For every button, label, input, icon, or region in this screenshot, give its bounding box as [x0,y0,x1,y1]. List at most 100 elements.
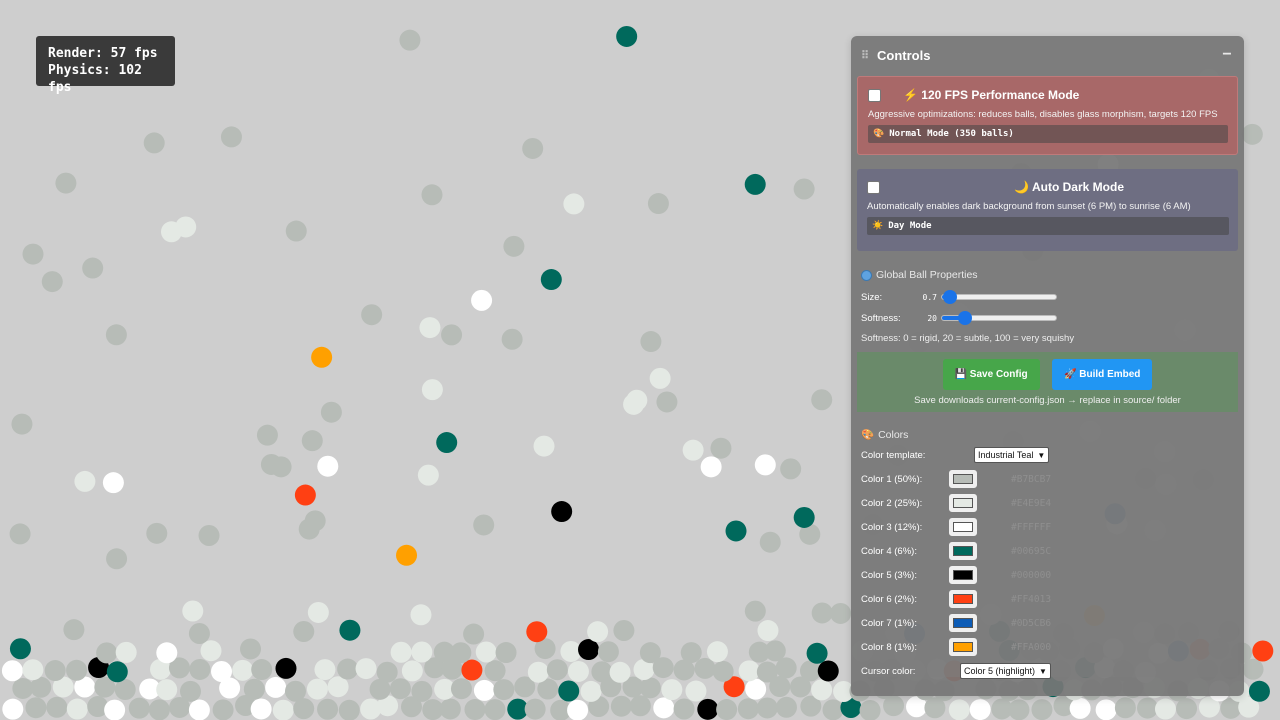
ball [700,456,722,478]
render-fps-value: 57 fps [110,46,158,61]
ball [22,243,44,265]
ball [317,698,339,720]
size-slider-thumb[interactable] [942,290,957,304]
ball [616,25,638,47]
ball [44,660,66,682]
color-hex-input[interactable]: #FFA000 [1011,642,1051,653]
ball [338,699,360,720]
ball [591,661,613,683]
ball [473,514,495,536]
cursor-color-select[interactable]: Color 5 (highlight) ▼ [960,663,1051,679]
ball [82,257,104,279]
color-hex-input[interactable]: #E4E9E4 [1011,498,1051,509]
build-embed-button[interactable]: 🚀 Build Embed [1052,359,1153,390]
color-hex-input[interactable]: #0D5CB6 [1011,618,1051,629]
color-swatch[interactable] [949,590,977,608]
ball [106,661,128,683]
size-slider[interactable] [941,290,1057,304]
ball [830,602,852,624]
performance-mode-description: Aggressive optimizations: reduces balls,… [868,109,1218,120]
ball [22,659,44,681]
dark-mode-status: ☀️ Day Mode [867,217,1229,235]
ball [712,660,734,682]
color-template-select[interactable]: Industrial Teal ▼ [974,447,1050,463]
ball [275,657,297,679]
ball [401,660,423,682]
auto-dark-mode-checkbox[interactable] [867,180,880,194]
color-swatch[interactable] [949,614,977,632]
performance-mode-checkbox[interactable] [868,88,881,102]
controls-header[interactable]: ⠿ Controls − [851,36,1244,74]
softness-label: Softness: [861,312,901,324]
ball [859,699,881,720]
color-label: Color 6 (2%): [861,593,917,605]
ball [198,525,220,547]
color-label: Color 4 (6%): [861,545,917,557]
color-swatch[interactable] [949,470,977,488]
ball [580,680,602,702]
color-hex-input[interactable]: #FF4013 [1011,594,1051,605]
ball [182,600,204,622]
softness-slider-thumb[interactable] [957,311,972,325]
ball [436,432,458,454]
colors-section: 🎨 Colors Color template: Industrial Teal ▼… [857,422,1238,679]
dark-mode-status-text: Day Mode [888,221,932,231]
save-config-button[interactable]: 💾 Save Config [942,359,1040,390]
ball [156,679,178,701]
ball [211,661,233,683]
ball [128,697,150,719]
ball [546,659,568,681]
color-swatch[interactable] [949,566,977,584]
ball [780,458,802,480]
ball [389,678,411,700]
ball [587,621,609,643]
color-row: Color 8 (1%): #FFA000 [861,635,1234,659]
ball [200,640,222,662]
color-swatch[interactable] [949,518,977,536]
ball [744,173,766,195]
color-row: Color 5 (3%): #000000 [861,563,1234,587]
ball [160,221,182,243]
ball [9,638,31,660]
color-swatch[interactable] [949,494,977,512]
lightning-icon: ⚡ [903,88,918,102]
moon-icon: 🌙 [1014,180,1030,194]
ball [55,172,77,194]
ball [697,698,719,720]
ball [694,657,716,679]
color-swatch[interactable] [949,542,977,560]
ball [188,699,210,720]
ball [969,699,991,720]
ball [756,697,778,719]
softness-slider[interactable] [941,311,1057,325]
ball [421,184,443,206]
ball [284,680,306,702]
ball [450,642,472,664]
color-hex-input[interactable]: #B7BCB7 [1011,474,1051,485]
color-hex-input[interactable]: #FFFFFF [1011,522,1051,533]
ball [189,658,211,680]
ball [609,661,631,683]
minimize-button[interactable]: − [1220,46,1234,63]
ball [756,661,778,683]
ball [1248,680,1270,702]
ball [754,454,776,476]
drag-handle-icon[interactable]: ⠿ [861,49,877,62]
performance-mode-card: ⚡ 120 FPS Performance Mode Aggressive op… [857,76,1238,155]
ball [1241,123,1263,145]
color-hex-input[interactable]: #000000 [1011,570,1051,581]
color-row: Color 1 (50%): #B7BCB7 [861,467,1234,491]
ball [1154,698,1176,720]
ball [1252,640,1274,662]
ball [399,29,421,51]
ball [640,331,662,353]
ball [647,193,669,215]
ball [327,676,349,698]
ball [661,679,683,701]
color-swatch[interactable] [949,638,977,656]
ball [673,698,695,720]
color-hex-input[interactable]: #00695C [1011,546,1051,557]
global-properties-title: Global Ball Properties [876,269,978,281]
auto-dark-mode-card: 🌙 Auto Dark Mode Automatically enables d… [857,169,1238,251]
ball [757,620,779,642]
